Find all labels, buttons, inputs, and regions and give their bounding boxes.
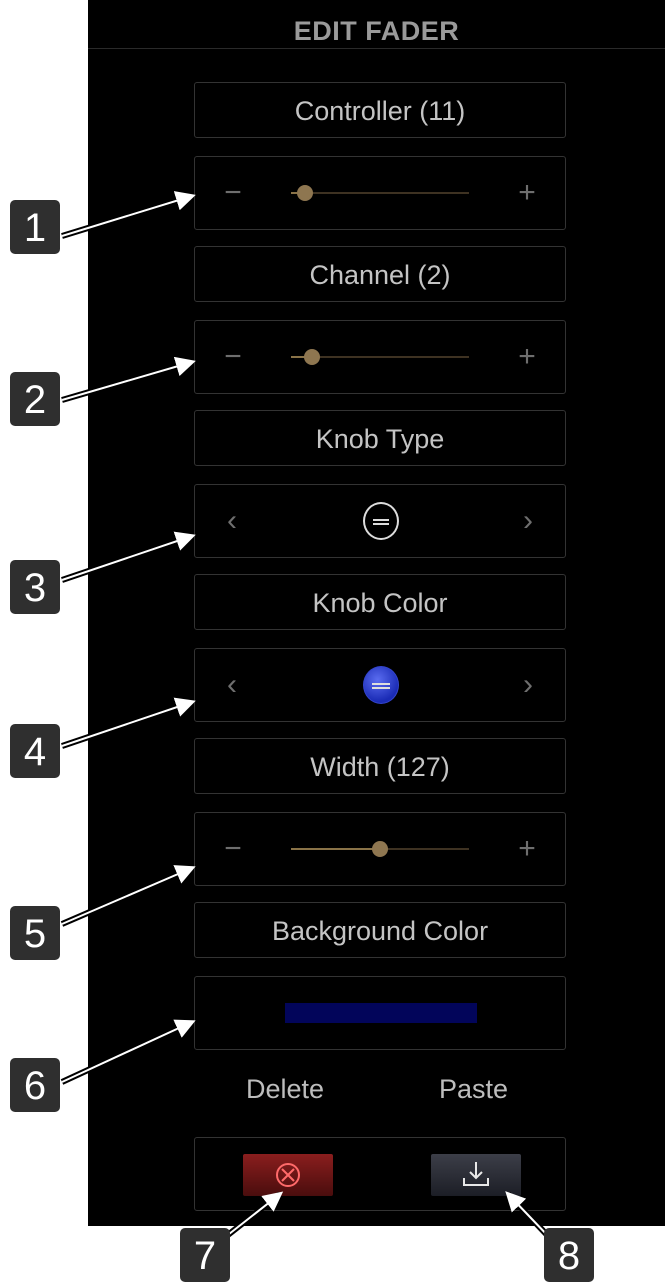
callout-7: 7 xyxy=(180,1228,230,1282)
callout-5: 5 xyxy=(10,906,60,960)
callout-arrows xyxy=(60,191,553,1241)
callout-2: 2 xyxy=(10,372,60,426)
callout-6: 6 xyxy=(10,1058,60,1112)
callout-3: 3 xyxy=(10,560,60,614)
callout-1: 1 xyxy=(10,200,60,254)
callout-4: 4 xyxy=(10,724,60,778)
callout-8: 8 xyxy=(544,1228,594,1282)
